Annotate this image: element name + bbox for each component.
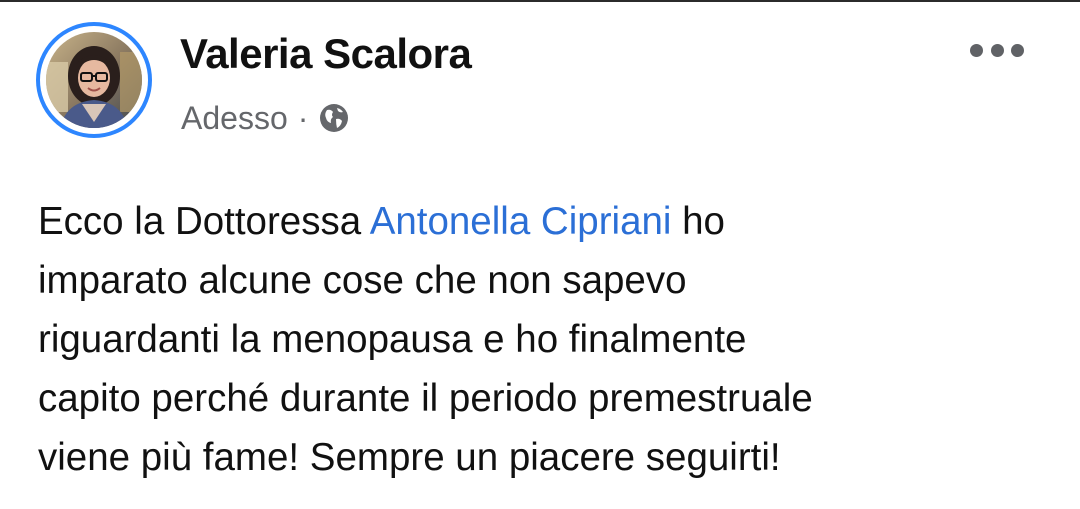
post-text-line: viene più fame! Sempre un piacere seguir…: [38, 436, 781, 479]
post-text-segment: ho: [671, 200, 725, 243]
more-options-icon[interactable]: [970, 38, 1024, 62]
more-dot: [970, 43, 983, 57]
post-text-line: riguardanti la menopausa e ho finalmente: [38, 318, 747, 361]
author-name[interactable]: Valeria Scalora: [180, 30, 472, 78]
post-text-line: imparato alcune cose che non sapevo: [38, 259, 687, 302]
post-text: Ecco la Dottoressa Antonella Cipriani ho…: [38, 192, 1048, 487]
meta-separator: ·: [297, 99, 309, 136]
post-card: Valeria Scalora Adesso · Ecco la Dottore…: [0, 0, 1080, 509]
post-meta: Adesso ·: [181, 98, 350, 138]
avatar[interactable]: [46, 32, 142, 128]
globe-icon[interactable]: [318, 102, 350, 134]
post-text-line: capito perché durante il periodo premest…: [38, 377, 813, 420]
more-dot: [990, 43, 1004, 57]
post-text-line: Ecco la Dottoressa Antonella Cipriani ho: [38, 192, 1048, 251]
mention-link[interactable]: Antonella Cipriani: [370, 200, 672, 243]
avatar-story-ring[interactable]: [36, 22, 152, 138]
post-timestamp[interactable]: Adesso: [181, 100, 288, 137]
more-dot: [1011, 43, 1024, 57]
post-text-segment: Ecco la Dottoressa: [38, 200, 370, 243]
